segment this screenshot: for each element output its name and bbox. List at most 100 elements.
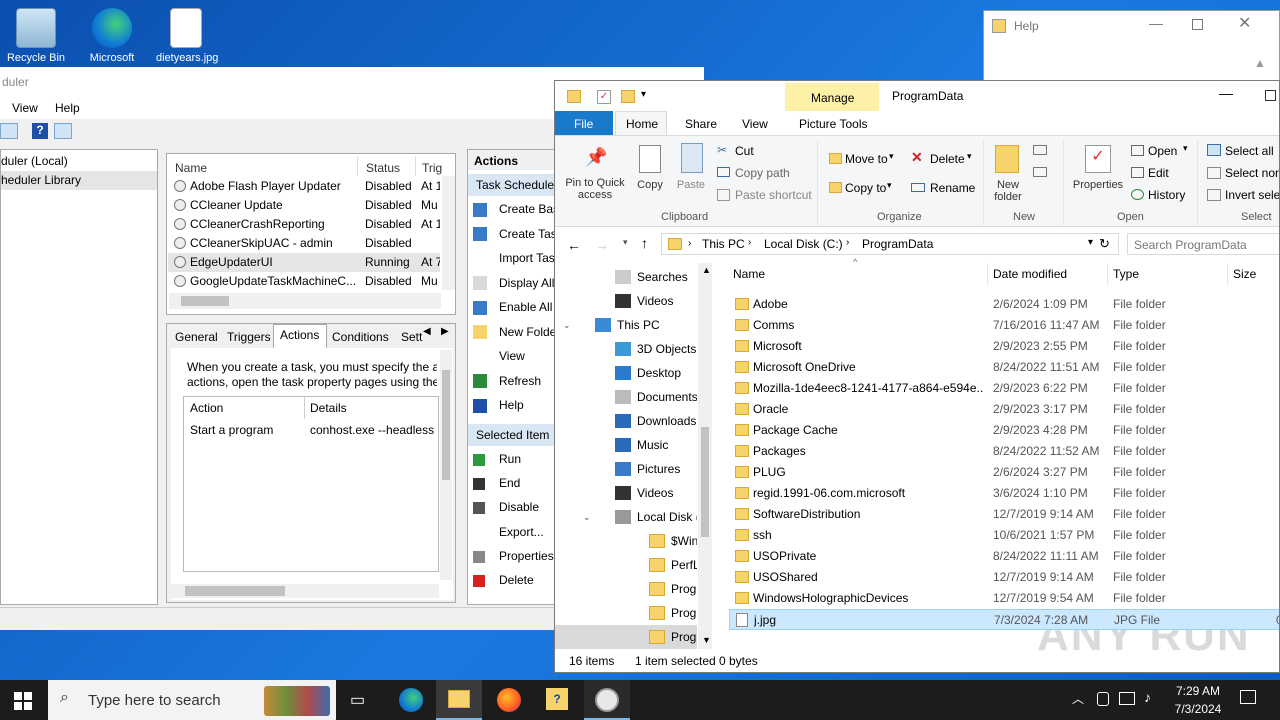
back-icon[interactable]: ← [567, 237, 581, 253]
network-icon[interactable] [1119, 692, 1135, 705]
selected-action-item[interactable]: Disable [473, 495, 555, 519]
explorer-minimize-icon[interactable]: — [1219, 85, 1233, 101]
action-item[interactable]: Refresh [473, 369, 555, 393]
taskbar-search-box[interactable]: ⌕ Type here to search [48, 680, 336, 720]
nav-scrollbar[interactable]: ▲ ▼ [698, 263, 712, 649]
tab-scroll-right-icon[interactable]: ▶ [441, 326, 449, 337]
customize-qat-icon[interactable]: ▾ [641, 89, 646, 100]
nav-item[interactable]: Videos [555, 481, 697, 505]
nav-item[interactable]: 3D Objects [555, 337, 697, 361]
file-row[interactable]: USOShared 12/7/2019 9:14 AM File folder [729, 567, 1279, 588]
tree-item-local[interactable]: duler (Local) [1, 152, 157, 171]
select-all-button[interactable]: Select all [1225, 144, 1274, 158]
recycle-bin-icon[interactable]: Recycle Bin [6, 0, 66, 64]
nav-item[interactable]: Program Files [555, 577, 697, 601]
selected-action-item[interactable]: Delete [473, 568, 555, 592]
address-dropdown-icon[interactable]: ▾ [1088, 237, 1093, 248]
taskbar-clock-date[interactable]: 7/3/2024 [1170, 702, 1226, 716]
detail-vscroll[interactable] [440, 350, 452, 580]
col-trigger[interactable]: Trig [422, 161, 442, 175]
file-row[interactable]: Adobe 2/6/2024 1:09 PM File folder [729, 294, 1279, 315]
tab-actions[interactable]: Actions [280, 328, 319, 342]
nav-item[interactable]: ⌄ This PC [555, 313, 697, 337]
nav-item[interactable]: Documents [555, 385, 697, 409]
help-window[interactable]: Help — ✕ ▲ [983, 10, 1280, 90]
image-file-desktop-icon[interactable]: dietyears.jpg [156, 0, 218, 64]
copy-path-button[interactable]: Copy path [735, 166, 790, 180]
col-name[interactable]: Name [175, 161, 207, 175]
edge-taskbar-icon[interactable] [399, 688, 423, 712]
file-row[interactable]: SoftwareDistribution 12/7/2019 9:14 AM Fil… [729, 504, 1279, 525]
volume-icon[interactable]: ♪ [1144, 689, 1151, 705]
file-row[interactable]: Package Cache 2/9/2023 4:28 PM File folder [729, 420, 1279, 441]
task-list-hscroll[interactable] [169, 293, 441, 309]
nav-item[interactable]: Downloads [555, 409, 697, 433]
menu-help[interactable]: Help [55, 101, 80, 115]
move-to-button[interactable]: Move to [845, 152, 888, 166]
manage-tab[interactable]: Manage [811, 91, 854, 105]
selected-action-item[interactable]: Export... [473, 520, 555, 544]
explorer-maximize-icon[interactable] [1265, 90, 1276, 101]
scheduler-taskbar-button[interactable] [584, 680, 630, 720]
new-folder-quick-icon[interactable] [621, 90, 635, 103]
pin-quick-access-button[interactable]: Pin to Quick access [561, 177, 629, 201]
cut-button[interactable]: Cut [735, 144, 754, 158]
expand-chevron-icon[interactable]: ⌄ [563, 313, 571, 337]
open-dropdown-icon[interactable]: ▾ [1183, 143, 1188, 154]
nav-item[interactable]: Searches [555, 265, 697, 289]
task-row[interactable]: CCleanerSkipUAC - admin Disabled [168, 234, 440, 253]
task-row[interactable]: EdgeUpdaterUI Running At 7 [168, 253, 440, 272]
action-row-action[interactable]: Start a program [190, 423, 273, 437]
file-row[interactable]: USOPrivate 8/24/2022 11:11 AM File folder [729, 546, 1279, 567]
help-toolbar-icon[interactable]: ? [32, 123, 48, 139]
actions-section-selected[interactable]: Selected Item [476, 428, 549, 442]
file-row[interactable]: Mozilla-1de4eec8-1241-4177-a864-e594e...… [729, 378, 1279, 399]
up-icon[interactable]: ↑ [641, 235, 648, 251]
action-item[interactable]: View [473, 344, 555, 368]
file-row[interactable]: Microsoft OneDrive 8/24/2022 11:51 AM File… [729, 357, 1279, 378]
action-item[interactable]: Enable All [473, 295, 555, 319]
file-row[interactable]: ssh 10/6/2021 1:57 PM File folder [729, 525, 1279, 546]
col-details[interactable]: Details [310, 401, 347, 415]
start-windows-icon[interactable] [14, 692, 32, 710]
close-icon[interactable]: ✕ [1238, 13, 1251, 33]
col-header-type[interactable]: Type [1113, 267, 1139, 281]
paste-button[interactable]: Paste [673, 179, 709, 191]
breadcrumb-local-disk[interactable]: Local Disk (C:) [764, 237, 843, 251]
nav-item[interactable]: Music [555, 433, 697, 457]
search-box[interactable]: Search ProgramData [1127, 233, 1279, 255]
security-icon[interactable] [1097, 692, 1109, 706]
move-to-dropdown-icon[interactable]: ▾ [889, 151, 894, 162]
show-hide-tree-icon[interactable] [0, 123, 18, 139]
breadcrumb-programdata[interactable]: ProgramData [862, 237, 933, 251]
nav-item[interactable]: ProgramData [555, 625, 697, 649]
action-item[interactable]: New Folde [473, 320, 555, 344]
properties-quick-icon[interactable]: ✓ [597, 90, 611, 104]
nav-item[interactable]: Videos [555, 289, 697, 313]
action-item[interactable]: Create Tas [473, 222, 555, 246]
forward-icon[interactable]: → [595, 237, 609, 253]
expand-chevron-icon[interactable]: ⌄ [583, 505, 591, 529]
task-row[interactable]: CCleaner Update Disabled Mu [168, 196, 440, 215]
edge-desktop-icon[interactable]: Microsoft [82, 0, 142, 64]
help-taskbar-icon[interactable]: ? [546, 688, 568, 710]
rename-button[interactable]: Rename [930, 181, 975, 195]
copy-to-button[interactable]: Copy to [845, 181, 886, 195]
col-status[interactable]: Status [366, 161, 400, 175]
tab-picture-tools[interactable]: Picture Tools [799, 117, 867, 131]
col-action[interactable]: Action [190, 401, 223, 415]
show-hidden-icons-icon[interactable]: ︿ [1072, 690, 1084, 707]
new-folder-button[interactable]: New folder [985, 179, 1031, 203]
copy-to-dropdown-icon[interactable]: ▾ [887, 180, 892, 191]
tab-scroll-left-icon[interactable]: ◀ [423, 326, 431, 337]
properties-button[interactable]: Properties [1067, 179, 1129, 191]
action-item[interactable]: Import Tas [473, 246, 555, 270]
actions-section-scheduler[interactable]: Task Scheduler [476, 178, 558, 192]
action-row-details[interactable]: conhost.exe --headless [310, 423, 434, 437]
file-row[interactable]: Microsoft 2/9/2023 2:55 PM File folder [729, 336, 1279, 357]
col-header-name[interactable]: Name [733, 267, 765, 281]
tab-home[interactable]: Home [626, 117, 658, 131]
tree-item-library[interactable]: heduler Library [1, 171, 157, 190]
history-button[interactable]: History [1148, 188, 1185, 202]
breadcrumb-this-pc[interactable]: This PC [702, 237, 745, 251]
